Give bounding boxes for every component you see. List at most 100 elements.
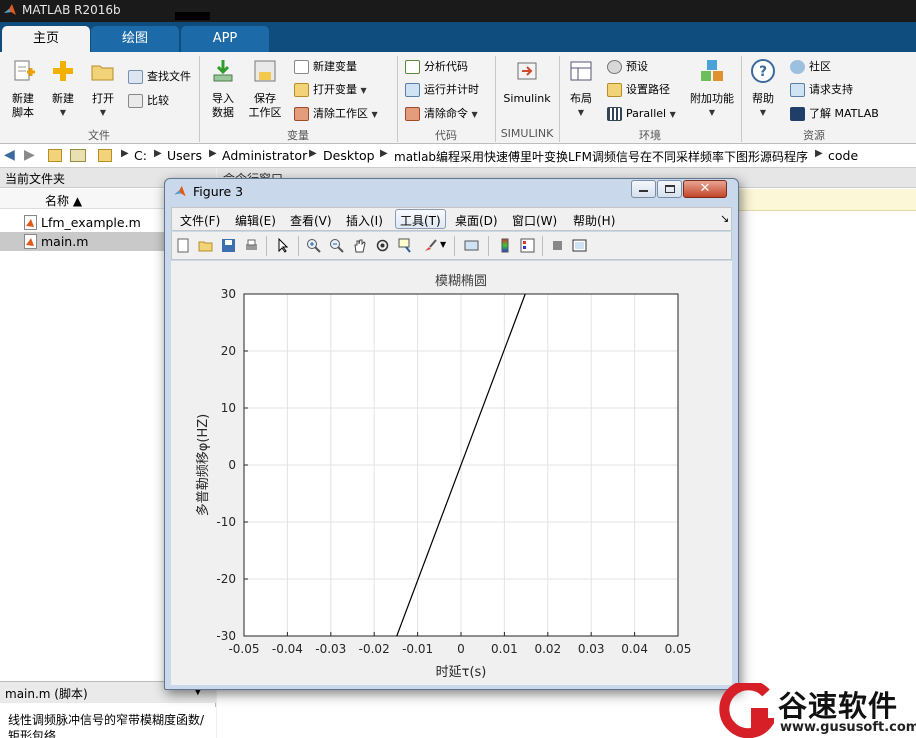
- menu-file[interactable]: 文件(F): [180, 212, 220, 229]
- show-plot-tools-icon[interactable]: [572, 238, 587, 253]
- browse-folder-icon[interactable]: [70, 149, 86, 162]
- parallel-button[interactable]: Parallel ▼: [607, 105, 676, 123]
- menu-desktop[interactable]: 桌面(D): [455, 212, 498, 229]
- clear-workspace-button[interactable]: 清除工作区 ▼: [294, 105, 378, 123]
- clear-commands-label: 清除命令: [424, 107, 468, 120]
- find-files-button[interactable]: 查找文件: [128, 68, 191, 86]
- figure-title-bar[interactable]: Figure 3 ✕: [165, 179, 738, 205]
- new-script-icon: [14, 60, 35, 81]
- y-tick-label: 0: [228, 458, 236, 472]
- toolbar-separator: [298, 236, 299, 256]
- x-tick-label: 0.02: [534, 642, 561, 656]
- brush-icon[interactable]: [423, 238, 438, 253]
- help-button[interactable]: ? 帮助 ▼: [746, 58, 780, 120]
- data-cursor-icon[interactable]: [398, 238, 413, 253]
- addons-button[interactable]: 附加功能 ▼: [686, 58, 738, 120]
- breadcrumb-project-folder[interactable]: matlab编程采用快速傅里叶变换LFM调频信号在不同采样频率下图形源码程序: [394, 148, 808, 165]
- analyze-code-button[interactable]: 分析代码: [405, 58, 468, 76]
- tab-apps[interactable]: APP: [181, 26, 269, 52]
- addons-dropdown-arrow[interactable]: ▼: [686, 106, 738, 120]
- figure-title: Figure 3: [193, 184, 244, 199]
- community-button[interactable]: 社区: [790, 58, 831, 76]
- run-and-time-button[interactable]: 运行并计时: [405, 81, 479, 99]
- menu-tools[interactable]: 工具(T): [395, 209, 446, 229]
- breadcrumb-drive[interactable]: C:: [134, 148, 147, 163]
- rotate-3d-icon[interactable]: [375, 238, 390, 253]
- print-icon[interactable]: [244, 238, 259, 253]
- menu-window[interactable]: 窗口(W): [512, 212, 557, 229]
- new-script-button[interactable]: 新建 脚本: [4, 58, 42, 120]
- open-dropdown-arrow[interactable]: ▼: [86, 106, 120, 120]
- folder-icon: [98, 149, 112, 162]
- request-support-button[interactable]: 请求支持: [790, 81, 853, 99]
- run-and-time-icon: [405, 83, 420, 97]
- import-data-label: 导入 数据: [212, 92, 234, 119]
- colorbar-icon[interactable]: [498, 238, 513, 253]
- menu-edit[interactable]: 编辑(E): [235, 212, 276, 229]
- pointer-arrow-icon[interactable]: [276, 238, 291, 253]
- brush-dropdown-arrow[interactable]: ▼: [440, 240, 446, 249]
- help-label: 帮助: [752, 92, 774, 105]
- forward-arrow-icon[interactable]: ▶: [24, 147, 35, 163]
- clear-commands-arrow[interactable]: ▼: [472, 110, 478, 119]
- dock-arrow-icon[interactable]: ↘: [720, 212, 729, 225]
- watermark-url: www.gususoft.com: [780, 720, 916, 735]
- breadcrumb-desktop[interactable]: Desktop: [323, 148, 375, 163]
- link-plot-icon[interactable]: [464, 238, 479, 253]
- zoom-in-icon[interactable]: [306, 238, 321, 253]
- menu-help[interactable]: 帮助(H): [573, 212, 615, 229]
- save-workspace-label: 保存 工作区: [248, 92, 282, 119]
- simulink-button[interactable]: Simulink: [500, 58, 554, 106]
- parallel-arrow[interactable]: ▼: [670, 110, 676, 119]
- new-variable-button[interactable]: 新建变量: [294, 58, 357, 76]
- pan-hand-icon[interactable]: [352, 238, 367, 253]
- clear-commands-icon: [405, 107, 420, 121]
- clear-workspace-arrow[interactable]: ▼: [372, 110, 378, 119]
- up-folder-icon[interactable]: [48, 149, 62, 162]
- set-path-button[interactable]: 设置路径: [607, 81, 670, 99]
- save-workspace-button[interactable]: 保存 工作区: [246, 58, 284, 120]
- compare-button[interactable]: 比较: [128, 92, 169, 110]
- breadcrumb-separator: ▶: [154, 148, 162, 159]
- legend-icon[interactable]: [520, 238, 535, 253]
- tab-home[interactable]: 主页: [2, 26, 90, 52]
- community-icon: [790, 60, 805, 74]
- save-workspace-icon: [254, 60, 276, 82]
- open-button[interactable]: 打开 ▼: [86, 58, 120, 120]
- figure-canvas[interactable]: -0.05 -0.04 -0.03 -0.02 -0.01 0 0.01 0.02 0.03 0.…: [171, 261, 732, 685]
- breadcrumb-users[interactable]: Users: [167, 148, 202, 163]
- open-file-icon[interactable]: [198, 238, 213, 253]
- clear-commands-button[interactable]: 清除命令 ▼: [405, 105, 478, 123]
- import-data-button[interactable]: 导入 数据: [205, 58, 241, 120]
- column-name-header[interactable]: 名称 ▲: [45, 192, 82, 209]
- preferences-button[interactable]: 预设: [607, 58, 648, 76]
- open-variable-arrow[interactable]: ▼: [361, 86, 367, 95]
- save-icon[interactable]: [221, 238, 236, 253]
- plot-area[interactable]: -0.05 -0.04 -0.03 -0.02 -0.01 0 0.01 0.02 0.03 0.…: [171, 261, 732, 685]
- addons-label: 附加功能: [690, 92, 734, 105]
- breadcrumb-administrator[interactable]: Administrator: [222, 148, 307, 163]
- open-variable-icon: [294, 83, 309, 97]
- hide-plot-tools-icon[interactable]: [550, 238, 565, 253]
- close-button[interactable]: ✕: [683, 180, 727, 198]
- menu-view[interactable]: 查看(V): [290, 212, 332, 229]
- open-variable-button[interactable]: 打开变量 ▼: [294, 81, 367, 99]
- minimize-button[interactable]: [631, 180, 656, 198]
- zoom-out-icon[interactable]: [329, 238, 344, 253]
- open-variable-label: 打开变量: [313, 83, 357, 96]
- new-figure-icon[interactable]: [176, 238, 191, 253]
- back-arrow-icon[interactable]: ◀: [4, 147, 15, 163]
- menu-insert[interactable]: 插入(I): [346, 212, 383, 229]
- new-dropdown-arrow[interactable]: ▼: [46, 106, 80, 120]
- learn-matlab-button[interactable]: 了解 MATLAB: [790, 105, 879, 123]
- layout-button[interactable]: 布局 ▼: [564, 58, 598, 120]
- help-dropdown-arrow[interactable]: ▼: [746, 106, 780, 120]
- tab-plots[interactable]: 绘图: [91, 26, 179, 52]
- breadcrumb-code[interactable]: code: [828, 148, 858, 163]
- new-variable-icon: [294, 60, 309, 74]
- new-script-label: 新建 脚本: [12, 92, 34, 119]
- layout-dropdown-arrow[interactable]: ▼: [564, 106, 598, 120]
- y-tick-label: 30: [221, 287, 236, 301]
- maximize-button[interactable]: [657, 180, 682, 198]
- new-button[interactable]: 新建 ▼: [46, 58, 80, 120]
